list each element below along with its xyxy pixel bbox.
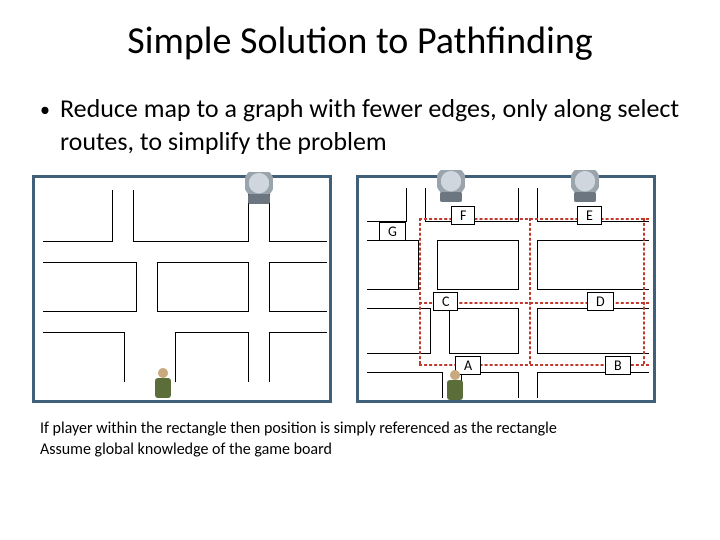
map-block — [269, 332, 327, 382]
robot-icon — [437, 170, 465, 202]
path-edge — [529, 218, 531, 364]
map-block — [537, 240, 649, 290]
footnote-line: If player within the rectangle then posi… — [40, 419, 680, 440]
robot-icon — [571, 170, 599, 202]
map-block — [449, 308, 519, 354]
map-block — [43, 332, 125, 382]
bullet-item: • Reduce map to a graph with fewer edges… — [40, 92, 680, 157]
map-block — [43, 262, 137, 312]
map-block — [133, 190, 249, 242]
map-block — [367, 372, 443, 398]
graph-node-e: E — [577, 206, 602, 225]
map-right: G F E C D A B — [356, 175, 656, 403]
graph-node-c: C — [433, 292, 458, 311]
footnote: If player within the rectangle then posi… — [40, 419, 680, 461]
map-block — [367, 308, 431, 354]
path-edge — [419, 218, 421, 364]
map-left — [32, 175, 332, 403]
path-edge — [643, 218, 645, 364]
map-block — [437, 240, 519, 290]
robot-icon — [245, 172, 273, 204]
soldier-icon — [441, 370, 469, 402]
map-block — [537, 308, 649, 354]
maps-container: G F E C D A B — [32, 175, 680, 403]
bullet-text: Reduce map to a graph with fewer edges, … — [60, 92, 680, 157]
graph-node-b: B — [605, 356, 631, 375]
map-block — [461, 372, 519, 398]
map-block — [537, 372, 649, 398]
graph-node-f: F — [451, 206, 475, 225]
graph-node-d: D — [587, 292, 614, 311]
map-block — [269, 190, 327, 242]
map-block — [43, 190, 113, 242]
slide-title: Simple Solution to Pathfinding — [40, 18, 680, 64]
map-block — [367, 188, 407, 222]
map-block — [175, 332, 249, 382]
map-block — [367, 240, 419, 290]
map-block — [269, 262, 327, 312]
soldier-icon — [149, 368, 177, 400]
graph-node-g: G — [379, 222, 406, 241]
bullet-dot-icon: • — [40, 98, 50, 123]
footnote-line: Assume global knowledge of the game boar… — [40, 440, 680, 461]
map-block — [157, 262, 249, 312]
